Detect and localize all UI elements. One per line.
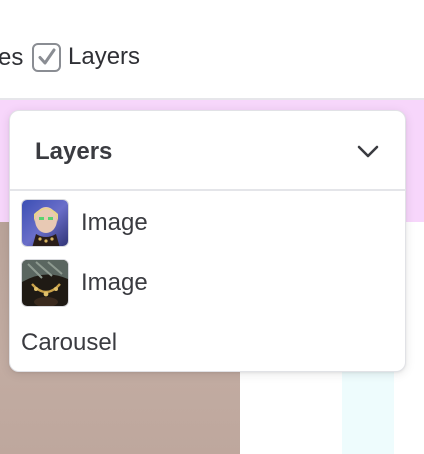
layer-item-image-1[interactable]: Image [10, 193, 405, 253]
layers-panel: Layers Image Image Carousel [9, 110, 406, 372]
canvas-light-strip [342, 368, 394, 454]
chevron-down-icon [357, 145, 379, 158]
checkmark-icon [38, 48, 55, 65]
toolbar-clipped-label[interactable]: es [0, 44, 23, 72]
portrait-image-thumbnail [21, 199, 69, 247]
layer-item-label: Image [81, 209, 148, 236]
layers-checkbox[interactable] [32, 42, 61, 72]
jewelry-image-thumbnail [21, 259, 69, 307]
layer-item-carousel[interactable]: Carousel [10, 313, 405, 371]
layers-toggle[interactable]: Layers [32, 41, 140, 73]
layer-item-label: Image [81, 269, 148, 296]
layers-panel-header[interactable]: Layers [10, 111, 405, 191]
layer-item-image-2[interactable]: Image [10, 253, 405, 313]
layer-item-label: Carousel [21, 329, 118, 356]
collapse-button[interactable] [355, 139, 381, 165]
toolbar: es Layers [0, 0, 424, 98]
layers-panel-title: Layers [35, 138, 113, 165]
layers-toggle-label: Layers [68, 43, 141, 70]
